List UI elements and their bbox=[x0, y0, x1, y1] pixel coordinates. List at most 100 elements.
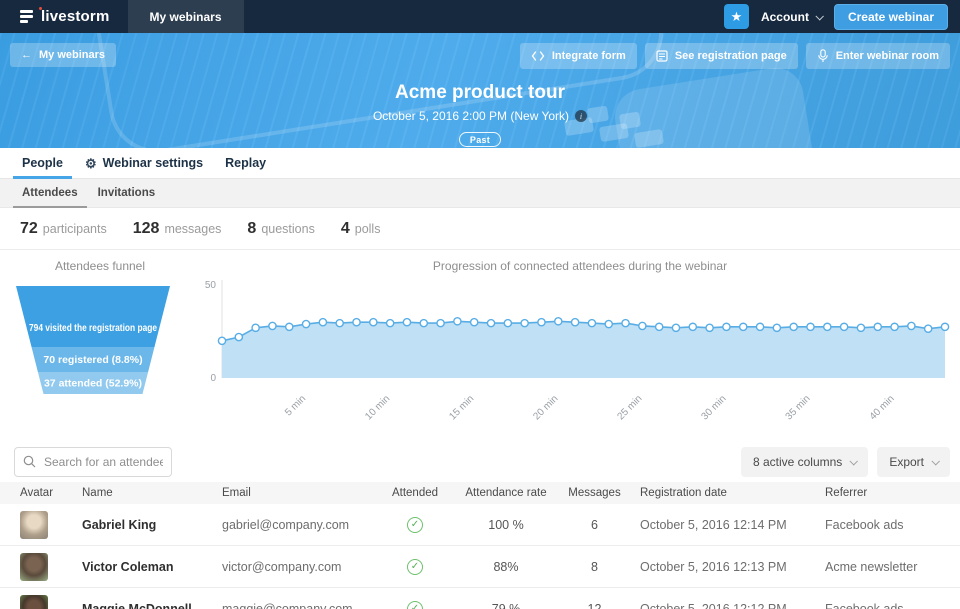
chart-area bbox=[222, 321, 945, 378]
chart-point[interactable] bbox=[385, 318, 395, 328]
chart-point[interactable] bbox=[234, 332, 244, 342]
chart-point[interactable] bbox=[671, 323, 681, 333]
x-axis-tick: 15 min bbox=[447, 393, 476, 422]
chart-point[interactable] bbox=[369, 317, 378, 327]
chart-point[interactable] bbox=[722, 322, 731, 332]
funnel-segment bbox=[16, 286, 170, 347]
export-button[interactable]: Export bbox=[877, 447, 950, 477]
attendees-chart-svg: 50 0 5 min 10 min 15 min 20 min 25 min 30 min 35… bbox=[205, 280, 950, 422]
chart-point[interactable] bbox=[520, 318, 529, 328]
chart-point[interactable] bbox=[268, 321, 277, 331]
chart-point[interactable] bbox=[402, 317, 412, 327]
main-tabs-bar: People ⚙ Webinar settings Replay bbox=[0, 148, 960, 179]
stat-questions: 8 questions bbox=[247, 219, 315, 237]
search-input[interactable] bbox=[14, 447, 172, 477]
chart-point[interactable] bbox=[856, 323, 866, 333]
column-header-attendance-rate: Attendance rate bbox=[465, 487, 547, 499]
account-menu[interactable]: Account bbox=[761, 10, 824, 24]
chart-title: Progression of connected attendees durin… bbox=[432, 259, 728, 273]
cell-email: gabriel@company.com bbox=[222, 517, 350, 532]
chart-point[interactable] bbox=[621, 318, 630, 328]
subtab-attendees[interactable]: Attendees bbox=[13, 179, 87, 208]
code-icon bbox=[531, 51, 545, 61]
webinar-hero-banner: ← My webinars Integrate form See registr… bbox=[0, 33, 960, 148]
chart-point[interactable] bbox=[436, 318, 445, 328]
info-icon[interactable]: i bbox=[575, 110, 588, 122]
chart-point[interactable] bbox=[688, 322, 698, 332]
attended-check-icon: ✓ bbox=[407, 600, 423, 609]
subtab-invitations[interactable]: Invitations bbox=[89, 179, 165, 207]
chart-point[interactable] bbox=[284, 322, 294, 332]
chart-point[interactable] bbox=[503, 318, 513, 328]
chart-point[interactable] bbox=[335, 318, 344, 328]
chart-point[interactable] bbox=[352, 317, 361, 327]
chart-point[interactable] bbox=[587, 318, 597, 328]
cell-email: maggie@company.com bbox=[222, 601, 353, 609]
chart-point[interactable] bbox=[570, 317, 580, 327]
table-row[interactable]: Victor Coleman victor@company.com ✓ 88% 8 Oct… bbox=[0, 546, 960, 588]
chart-point[interactable] bbox=[553, 316, 563, 326]
create-webinar-button[interactable]: Create webinar bbox=[833, 3, 948, 30]
table-row[interactable]: Maggie McDonnell maggie@company.com ✓ 79 % 1… bbox=[0, 588, 960, 609]
cell-attended: ✓ bbox=[385, 558, 445, 575]
attendees-table-body: Gabriel King gabriel@company.com ✓ 100 % 6 Oc… bbox=[0, 504, 960, 609]
stat-participants: 72 participants bbox=[20, 219, 107, 237]
column-header-messages: Messages bbox=[568, 487, 621, 499]
chart-point[interactable] bbox=[940, 322, 950, 332]
avatar bbox=[20, 510, 48, 539]
cell-attendance-rate: 79 % bbox=[491, 601, 521, 609]
chart-point[interactable] bbox=[907, 321, 916, 331]
livestorm-logo-text: livestorm bbox=[41, 8, 110, 25]
livestorm-logo-icon bbox=[20, 10, 33, 23]
y-axis-tick: 0 bbox=[210, 373, 216, 384]
y-axis-tick: 50 bbox=[205, 280, 217, 291]
chart-point[interactable] bbox=[873, 322, 883, 332]
funnel-segment-label: 37 attended (52.9%) bbox=[44, 378, 142, 390]
chart-point[interactable] bbox=[823, 322, 832, 332]
x-axis-tick: 25 min bbox=[615, 393, 644, 422]
chart-point[interactable] bbox=[806, 322, 815, 332]
see-registration-page-button[interactable]: See registration page bbox=[644, 43, 798, 69]
chart-point[interactable] bbox=[638, 321, 647, 331]
chart-point[interactable] bbox=[923, 324, 933, 334]
livestorm-logo[interactable]: livestorm bbox=[0, 0, 128, 33]
stats-bar: 72 participants 128 messages 8 questions 4p… bbox=[0, 208, 960, 250]
chart-point[interactable] bbox=[839, 322, 849, 332]
chart-point[interactable] bbox=[738, 322, 748, 332]
chart-point[interactable] bbox=[890, 322, 899, 332]
active-columns-button[interactable]: 8 active columns bbox=[740, 447, 869, 477]
chart-point[interactable] bbox=[469, 317, 479, 327]
webinar-datetime: October 5, 2016 2:00 PM (New York) bbox=[372, 109, 570, 123]
tab-replay[interactable]: Replay bbox=[216, 148, 275, 178]
cell-registration-date: October 5, 2016 12:12 PM bbox=[640, 601, 787, 609]
integrate-form-button[interactable]: Integrate form bbox=[519, 43, 637, 69]
chart-point[interactable] bbox=[537, 317, 546, 327]
chart-point[interactable] bbox=[318, 317, 328, 327]
chart-point[interactable] bbox=[419, 318, 429, 328]
chart-point[interactable] bbox=[789, 322, 798, 332]
cell-referrer: Facebook ads bbox=[825, 601, 904, 609]
chart-point[interactable] bbox=[705, 323, 714, 333]
attendees-chart-panel: Progression of connected attendees durin… bbox=[200, 250, 960, 442]
chart-point[interactable] bbox=[301, 319, 311, 329]
tab-people[interactable]: People bbox=[13, 148, 72, 179]
tab-webinar-settings[interactable]: ⚙ Webinar settings bbox=[76, 148, 212, 178]
chart-point[interactable] bbox=[755, 322, 765, 332]
chart-point[interactable] bbox=[654, 322, 664, 332]
webinar-title: Acme product tour bbox=[395, 82, 565, 103]
favorites-star-button[interactable]: ★ bbox=[723, 4, 749, 29]
table-row[interactable]: Gabriel King gabriel@company.com ✓ 100 % 6 Oc… bbox=[0, 504, 960, 546]
chart-point[interactable] bbox=[486, 318, 496, 328]
back-to-webinars-button[interactable]: ← My webinars bbox=[10, 43, 117, 67]
column-header-name: Name bbox=[82, 487, 113, 499]
enter-webinar-room-button[interactable]: Enter webinar room bbox=[805, 43, 950, 69]
chart-point[interactable] bbox=[772, 323, 782, 333]
chart-point[interactable] bbox=[217, 336, 227, 346]
cell-email: victor@company.com bbox=[222, 559, 342, 574]
nav-tab-my-webinars[interactable]: My webinars bbox=[127, 0, 244, 33]
chart-point[interactable] bbox=[251, 323, 260, 333]
chart-point[interactable] bbox=[453, 316, 462, 326]
table-toolbar: 8 active columns Export bbox=[0, 442, 960, 482]
x-axis-tick: 20 min bbox=[531, 393, 560, 422]
chart-point[interactable] bbox=[604, 319, 614, 329]
